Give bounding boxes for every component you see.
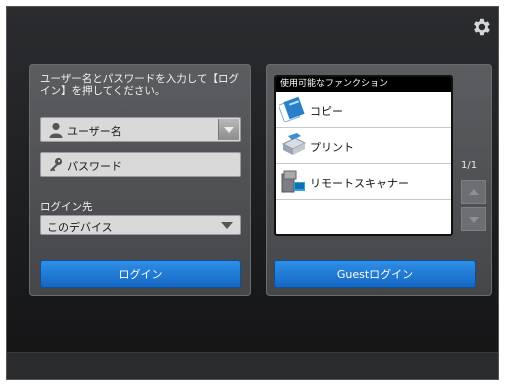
device-screen: ユーザー名とパスワードを入力して【ログイン】を押してください。 ユーザー名 パス… <box>6 6 499 380</box>
login-destination-select[interactable]: このデバイス <box>40 215 241 235</box>
key-icon <box>50 157 63 172</box>
function-item-remote-scanner[interactable]: リモートスキャナー <box>276 164 451 200</box>
guest-login-button[interactable]: Guestログイン <box>274 260 476 288</box>
arrow-down-icon[interactable] <box>461 207 486 231</box>
login-instructions: ユーザー名とパスワードを入力して【ログイン】を押してください。 <box>40 73 239 97</box>
function-label: コピー <box>310 105 343 118</box>
password-label: パスワード <box>67 160 122 173</box>
username-label: ユーザー名 <box>67 125 122 138</box>
function-label: リモートスキャナー <box>310 177 409 190</box>
function-item-print[interactable]: プリント <box>276 128 451 164</box>
guest-panel: 使用可能なファンクション コピー プリント リモートスキャナー 1/1 Gues… <box>266 64 492 296</box>
printer-icon <box>281 133 307 155</box>
password-field[interactable]: パスワード <box>40 152 241 177</box>
function-item-copy[interactable]: コピー <box>276 92 451 128</box>
arrow-up-icon[interactable] <box>461 180 486 204</box>
user-icon <box>49 122 63 138</box>
function-label: プリント <box>310 141 354 154</box>
copy-icon <box>279 96 305 122</box>
chevron-down-icon[interactable] <box>218 119 239 140</box>
chevron-down-icon <box>221 222 233 229</box>
functions-list: 使用可能なファンクション コピー プリント リモートスキャナー <box>274 75 453 236</box>
gear-icon[interactable] <box>470 16 492 38</box>
scanner-icon <box>281 170 305 193</box>
login-panel: ユーザー名とパスワードを入力して【ログイン】を押してください。 ユーザー名 パス… <box>29 64 251 296</box>
login-destination-label: ログイン先 <box>40 201 93 213</box>
login-button[interactable]: ログイン <box>40 260 241 288</box>
login-destination-value: このデバイス <box>47 221 113 234</box>
page-indicator: 1/1 <box>461 160 478 171</box>
functions-header: 使用可能なファンクション <box>276 77 451 92</box>
status-bar <box>7 352 498 379</box>
username-field[interactable]: ユーザー名 <box>40 117 241 142</box>
